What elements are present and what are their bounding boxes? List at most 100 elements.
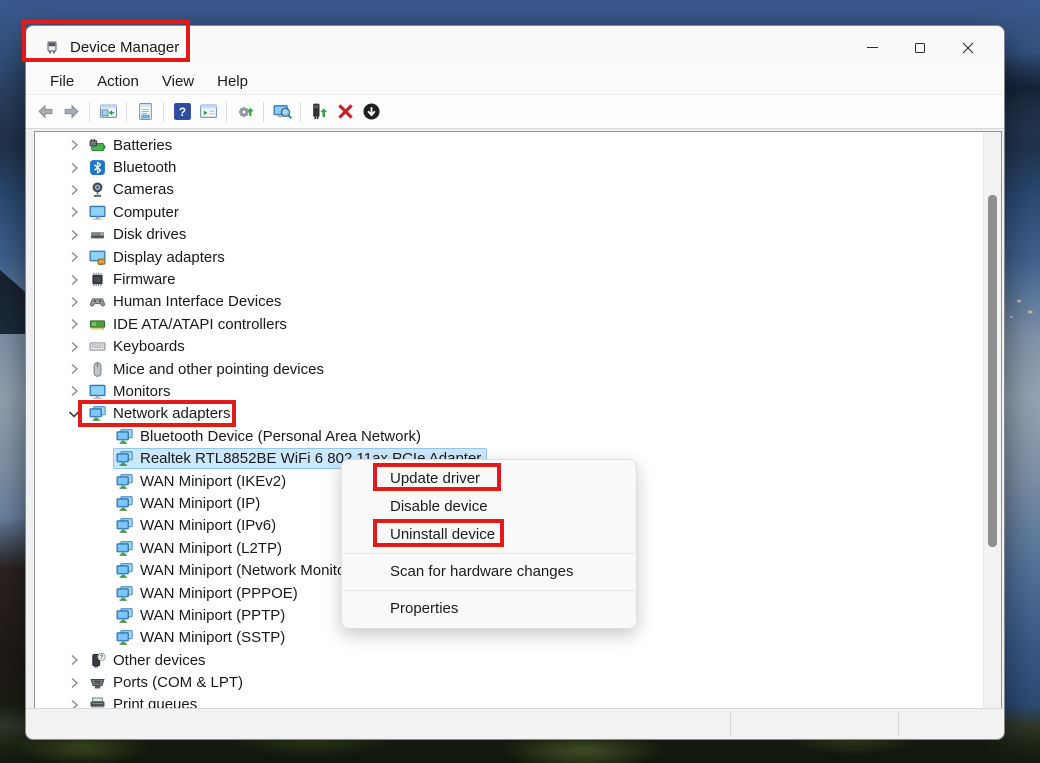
scan-hardware-button[interactable]	[232, 99, 258, 125]
minimize-button[interactable]	[848, 26, 896, 69]
tree-item-wan-miniport-sstp[interactable]: WAN Miniport (SSTP)	[35, 627, 984, 649]
close-button[interactable]	[944, 26, 992, 69]
back-button[interactable]	[32, 99, 58, 125]
ports-icon	[89, 674, 106, 691]
network-icon	[116, 450, 133, 467]
tree-item-firmware[interactable]: Firmware	[35, 268, 984, 290]
wallpaper-shore-lights	[1005, 286, 1040, 336]
mouse-icon	[89, 361, 106, 378]
tree-item-cameras[interactable]: Cameras	[35, 179, 984, 201]
wallpaper-cloud	[1000, 52, 1040, 132]
scan-hardware-icon	[236, 102, 255, 121]
maximize-button[interactable]	[896, 26, 944, 69]
chevron-right-icon[interactable]	[66, 272, 82, 288]
network-icon	[116, 473, 133, 490]
tree-item-label: Batteries	[113, 137, 172, 154]
toolbar-separator	[263, 102, 264, 122]
properties-icon	[136, 102, 155, 121]
tree-item-label: WAN Miniport (SSTP)	[140, 629, 285, 646]
tree-item-label: Computer	[113, 204, 179, 221]
forward-button[interactable]	[58, 99, 84, 125]
chevron-right-icon[interactable]	[66, 160, 82, 176]
tree-item-network-adapters[interactable]: Network adapters	[35, 403, 984, 425]
monitor-icon	[89, 383, 106, 400]
tree-item-label: WAN Miniport (IPv6)	[140, 517, 276, 534]
scrollbar-thumb[interactable]	[988, 195, 997, 547]
scrollbar[interactable]	[983, 132, 1001, 710]
toolbar: ?	[26, 94, 1004, 129]
tree-item-bluetooth[interactable]: Bluetooth	[35, 156, 984, 178]
tree-item-human-interface-devices[interactable]: Human Interface Devices	[35, 291, 984, 313]
context-menu-item-scan-for-hardware-changes[interactable]: Scan for hardware changes	[342, 558, 636, 586]
context-menu-separator	[343, 553, 635, 554]
context-menu-item-update-driver[interactable]: Update driver	[342, 465, 636, 493]
tree-item-keyboards[interactable]: Keyboards	[35, 336, 984, 358]
chevron-right-icon[interactable]	[66, 294, 82, 310]
context-menu-separator	[343, 590, 635, 591]
tree-item-batteries[interactable]: Batteries	[35, 134, 984, 156]
network-icon	[116, 607, 133, 624]
network-icon	[116, 517, 133, 534]
firmware-icon	[89, 271, 106, 288]
properties-button[interactable]	[132, 99, 158, 125]
tree-item-ports-com-lpt[interactable]: Ports (COM & LPT)	[35, 671, 984, 693]
tree-item-display-adapters[interactable]: Display adapters	[35, 246, 984, 268]
chevron-right-icon[interactable]	[66, 675, 82, 691]
update-driver-button[interactable]	[306, 99, 332, 125]
console-tree-icon	[99, 102, 118, 121]
context-menu: Update driverDisable deviceUninstall dev…	[341, 459, 637, 629]
menu-view[interactable]: View	[152, 71, 204, 92]
tree-item-label: WAN Miniport (IP)	[140, 495, 260, 512]
title-bar[interactable]: Device Manager	[26, 26, 1004, 69]
tree-item-label: WAN Miniport (IKEv2)	[140, 473, 286, 490]
chevron-right-icon[interactable]	[66, 339, 82, 355]
menu-action[interactable]: Action	[87, 71, 149, 92]
chevron-down-icon[interactable]	[66, 406, 82, 422]
tree-item-label: Display adapters	[113, 249, 225, 266]
toolbar-separator	[89, 102, 90, 122]
tree-item-label: Mice and other pointing devices	[113, 361, 324, 378]
tree-item-ide-ata-atapi-controllers[interactable]: IDE ATA/ATAPI controllers	[35, 313, 984, 335]
window-controls	[848, 26, 992, 69]
tree-item-bluetooth-device-personal-area-network[interactable]: Bluetooth Device (Personal Area Network)	[35, 425, 984, 447]
tree-item-label: WAN Miniport (Network Monitor)	[140, 562, 355, 579]
console-tree-button[interactable]	[95, 99, 121, 125]
tree-item-computer[interactable]: Computer	[35, 201, 984, 223]
context-menu-item-uninstall-device[interactable]: Uninstall device	[342, 521, 636, 549]
hid-icon	[89, 293, 106, 310]
chevron-right-icon[interactable]	[66, 249, 82, 265]
device-manager-icon	[44, 40, 60, 56]
network-icon	[116, 495, 133, 512]
chevron-right-icon[interactable]	[66, 204, 82, 220]
uninstall-device-button[interactable]	[332, 99, 358, 125]
action-pane-button[interactable]	[195, 99, 221, 125]
other-icon: ?	[89, 652, 106, 669]
chevron-right-icon[interactable]	[66, 361, 82, 377]
chevron-right-icon[interactable]	[66, 316, 82, 332]
chevron-right-icon[interactable]	[66, 182, 82, 198]
tree-item-label: WAN Miniport (PPPOE)	[140, 585, 298, 602]
context-menu-item-disable-device[interactable]: Disable device	[342, 493, 636, 521]
tree-item-mice-and-other-pointing-devices[interactable]: Mice and other pointing devices	[35, 358, 984, 380]
help-button[interactable]: ?	[169, 99, 195, 125]
chevron-right-icon[interactable]	[66, 383, 82, 399]
find-computer-button[interactable]	[269, 99, 295, 125]
tree-item-other-devices[interactable]: ?Other devices	[35, 649, 984, 671]
context-menu-item-properties[interactable]: Properties	[342, 595, 636, 623]
menu-file[interactable]: File	[40, 71, 84, 92]
action-pane-icon	[199, 102, 218, 121]
update-driver-icon	[310, 102, 329, 121]
forward-icon	[62, 102, 81, 121]
display-icon	[89, 249, 106, 266]
tree-item-monitors[interactable]: Monitors	[35, 380, 984, 402]
chevron-right-icon[interactable]	[66, 137, 82, 153]
disable-device-button[interactable]	[358, 99, 384, 125]
toolbar-separator	[226, 102, 227, 122]
tree-item-disk-drives[interactable]: Disk drives	[35, 224, 984, 246]
toolbar-separator	[163, 102, 164, 122]
tree-item-label: WAN Miniport (L2TP)	[140, 540, 282, 557]
chevron-right-icon[interactable]	[66, 652, 82, 668]
chevron-right-icon[interactable]	[66, 227, 82, 243]
menu-help[interactable]: Help	[207, 71, 258, 92]
battery-icon	[89, 137, 106, 154]
